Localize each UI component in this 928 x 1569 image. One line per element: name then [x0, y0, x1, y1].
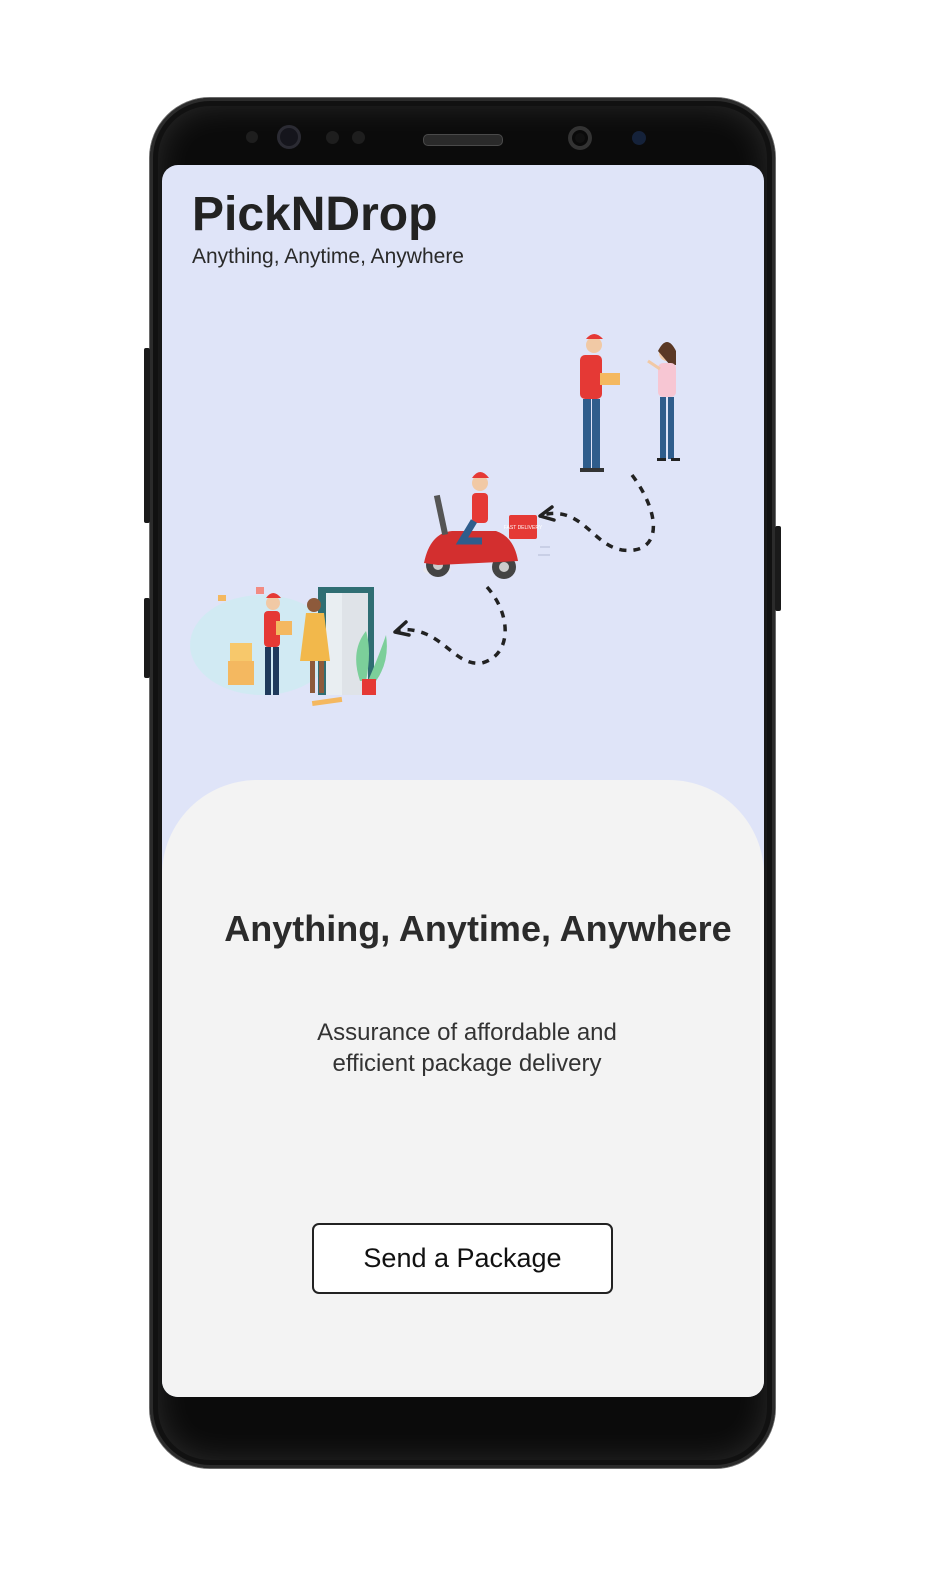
dashed-route-upper — [541, 473, 655, 553]
dashed-route-lower — [396, 585, 507, 665]
brand-tagline: Anything, Anytime, Anywhere — [192, 245, 464, 268]
scooter-courier-figure: FAST DELIVERY — [423, 472, 550, 579]
sensor-dot — [326, 131, 339, 144]
front-camera — [568, 126, 592, 150]
delivery-illustration: FAST DELIVERY — [190, 334, 680, 707]
app-screen: PickNDrop Anything, Anytime, Anywhere FA… — [162, 165, 764, 1397]
onboarding-subtitle: Assurance of affordable and efficient pa… — [317, 1019, 617, 1077]
sensor-dot — [246, 131, 258, 143]
onboarding-card: Anything, Anytime, Anywhere Assurance of… — [162, 780, 764, 1397]
onboarding-title: Anything, Anytime, Anywhere — [224, 908, 732, 949]
bixby-button — [144, 598, 150, 678]
phone-frame: PickNDrop Anything, Anytime, Anywhere FA… — [144, 98, 781, 1468]
route-arrow-lower — [393, 620, 411, 637]
delivery-box-label: FAST DELIVERY — [504, 525, 543, 531]
courier-handover-figure — [580, 334, 620, 472]
customer-woman-figure — [647, 342, 680, 461]
power-button — [775, 526, 781, 611]
iris-led — [632, 131, 646, 145]
sensor-dot — [352, 131, 365, 144]
doorstep-delivery-scene — [190, 587, 387, 707]
earpiece-speaker — [423, 134, 503, 146]
brand-title: PickNDrop — [192, 188, 438, 241]
bottom-bezel — [162, 1398, 764, 1458]
volume-button — [144, 348, 150, 523]
send-package-button[interactable]: Send a Package — [312, 1223, 613, 1294]
iris-scanner — [277, 125, 301, 149]
